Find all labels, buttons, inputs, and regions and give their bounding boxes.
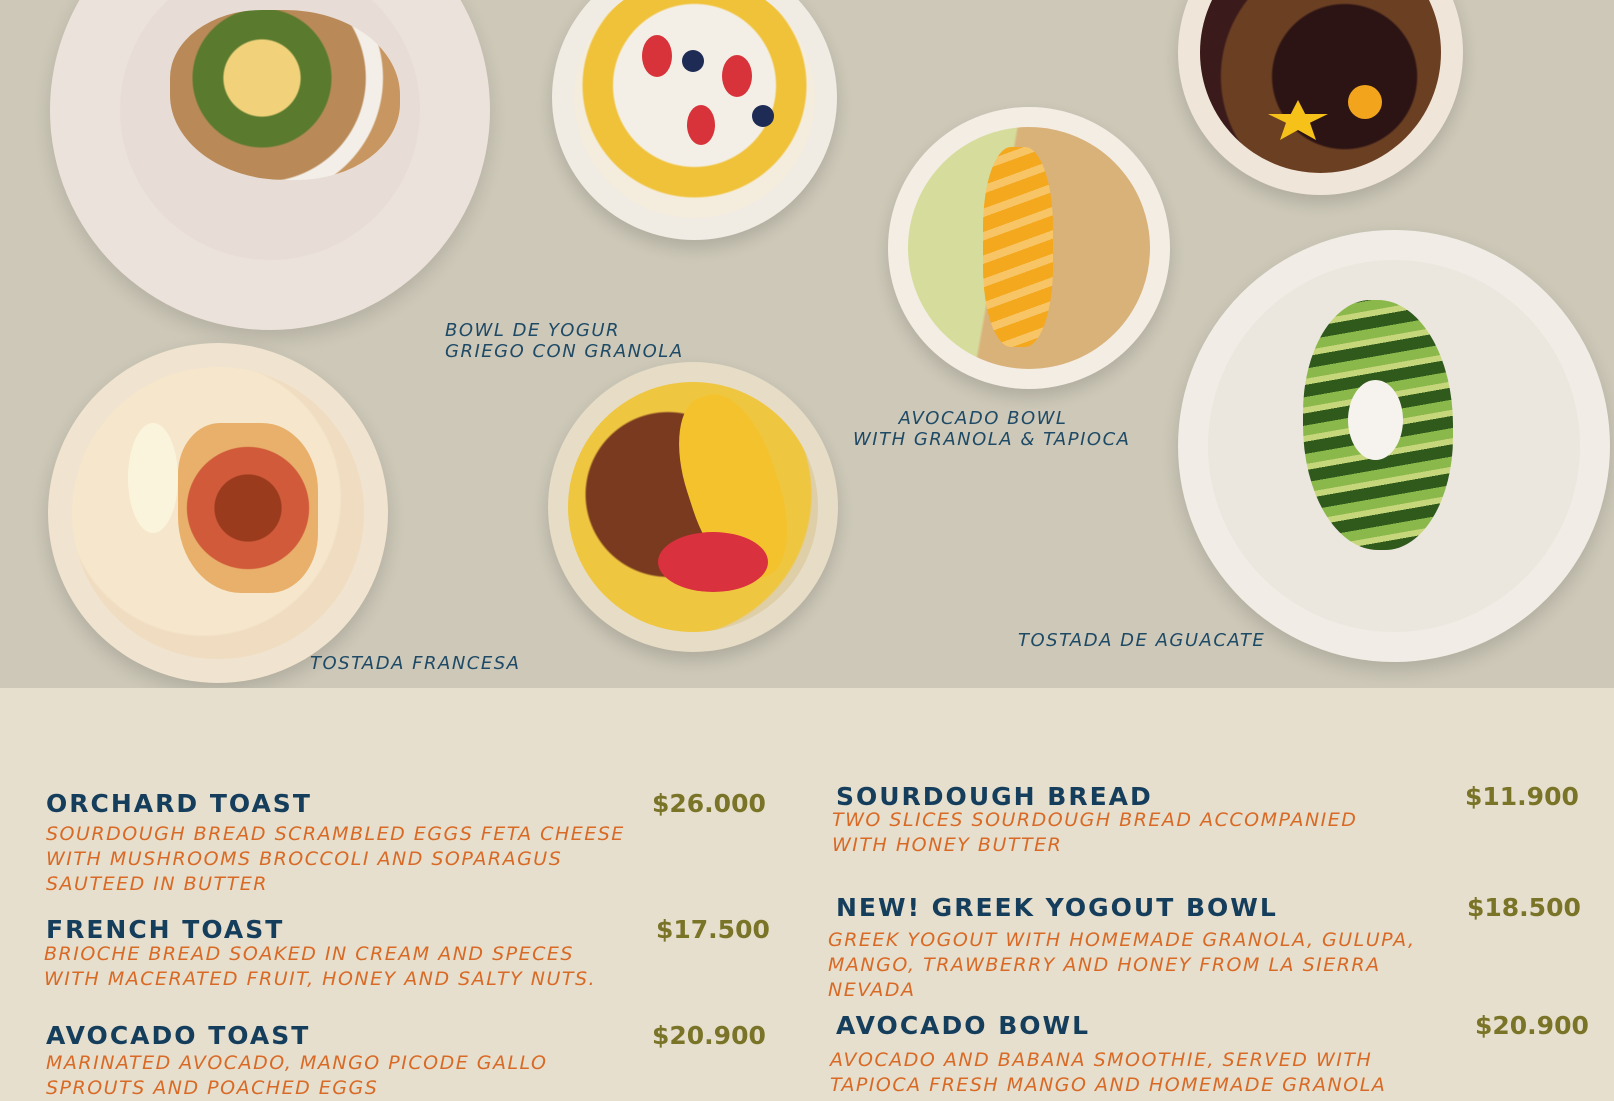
- item-price-french-toast: $17.500: [656, 915, 770, 944]
- caption-greek-bowl: BOWL DE YOGUR GRIEGO CON GRANOLA: [445, 320, 684, 362]
- item-name-french-toast: FRENCH TOAST: [46, 915, 285, 944]
- caption-avocado-bowl-line-1: AVOCADO BOWL: [898, 408, 1068, 429]
- greek-yogurt-bowl: [552, 0, 837, 240]
- caption-avocado-bowl: AVOCADO BOWL WITH GRANOLA & TAPIOCA: [853, 408, 1131, 450]
- item-name-orchard-toast: ORCHARD TOAST: [46, 789, 312, 818]
- caption-french-toast: TOSTADA FRANCESA: [310, 653, 521, 674]
- item-desc-sourdough-bread: TWO SLICES SOURDOUGH BREAD ACCOMPANIED W…: [832, 809, 1358, 856]
- item-price-greek-yogout-bowl: $18.500: [1467, 893, 1581, 922]
- item-price-avocado-bowl: $20.900: [1475, 1011, 1589, 1040]
- orchard-toast-plate: [50, 0, 490, 330]
- item-name-avocado-toast: AVOCADO TOAST: [46, 1021, 311, 1050]
- item-desc-orchard-toast: SOURDOUGH BREAD SCRAMBLED EGGS FETA CHEE…: [46, 823, 625, 895]
- avocado-toast-plate: [1178, 230, 1610, 662]
- acai-bowl: [1178, 0, 1463, 195]
- item-price-orchard-toast: $26.000: [652, 789, 766, 818]
- item-name-greek-yogout-bowl: NEW! GREEK YOGOUT BOWL: [836, 893, 1278, 922]
- caption-greek-bowl-line-2: GRIEGO CON GRANOLA: [445, 341, 684, 362]
- item-price-avocado-toast: $20.900: [652, 1021, 766, 1050]
- item-name-sourdough-bread: SOURDOUGH BREAD: [836, 782, 1153, 811]
- item-desc-french-toast: BRIOCHE BREAD SOAKED IN CREAM AND SPECES…: [44, 943, 597, 990]
- avocado-bowl: [888, 107, 1170, 389]
- item-desc-avocado-toast: MARINATED AVOCADO, MANGO PICODE GALLO SP…: [46, 1052, 548, 1099]
- caption-avocado-toast: TOSTADA DE AGUACATE: [1018, 630, 1266, 651]
- caption-avocado-bowl-line-2: WITH GRANOLA & TAPIOCA: [853, 429, 1131, 450]
- french-toast-plate: [48, 343, 388, 683]
- caption-greek-bowl-line-1: BOWL DE YOGUR: [445, 320, 620, 341]
- item-price-sourdough-bread: $11.900: [1465, 782, 1579, 811]
- mango-granola-bowl: [548, 362, 838, 652]
- item-desc-avocado-bowl: AVOCADO AND BABANA SMOOTHIE, SERVED WITH…: [830, 1049, 1387, 1096]
- food-photo: BOWL DE YOGUR GRIEGO CON GRANOLA AVOCADO…: [0, 0, 1614, 688]
- item-name-avocado-bowl: AVOCADO BOWL: [836, 1011, 1091, 1040]
- item-desc-greek-yogout-bowl: GREEK YOGOUT WITH HOMEMADE GRANOLA, GULU…: [828, 929, 1416, 1001]
